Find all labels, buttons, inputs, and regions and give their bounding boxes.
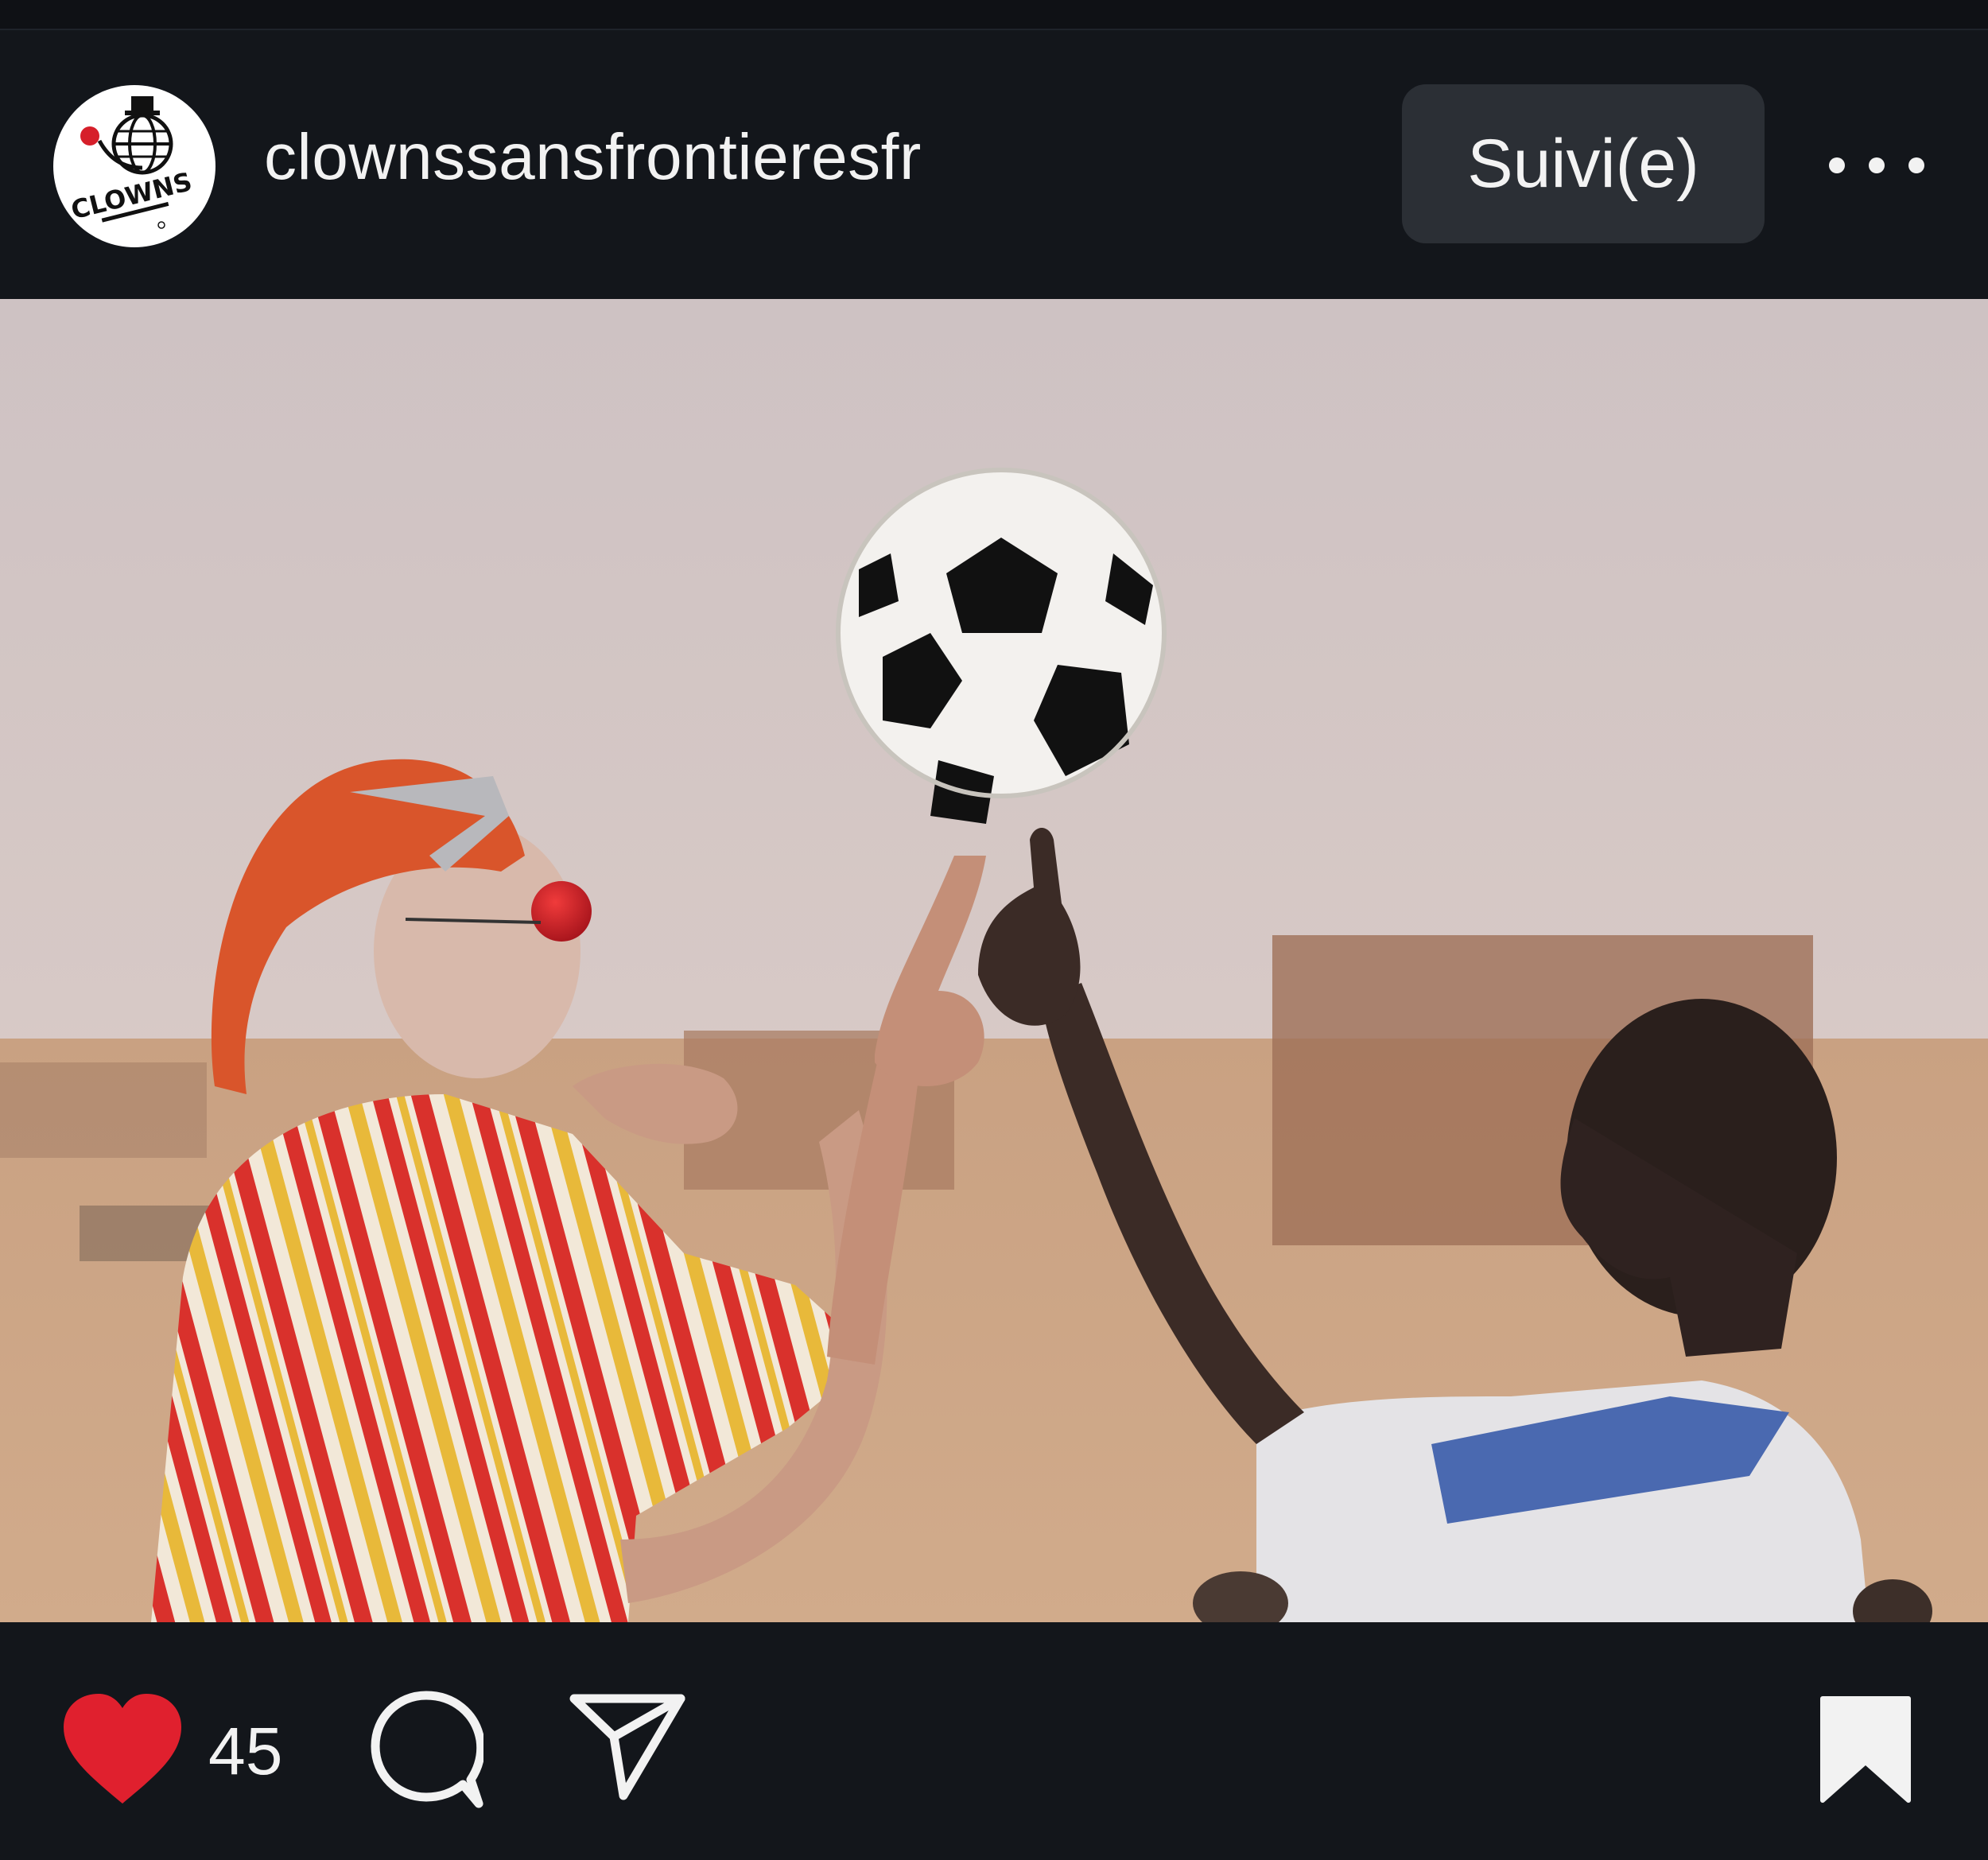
bookmark-filled-icon[interactable] bbox=[1818, 1694, 1913, 1805]
send-icon[interactable] bbox=[568, 1691, 687, 1802]
comment-icon[interactable] bbox=[371, 1691, 483, 1810]
more-dot bbox=[1829, 157, 1845, 173]
following-button[interactable]: Suivi(e) bbox=[1402, 84, 1765, 243]
top-separator bbox=[0, 0, 1988, 30]
post-action-bar: 45 bbox=[0, 1622, 1988, 1860]
more-dot bbox=[1908, 157, 1924, 173]
heart-filled-icon[interactable] bbox=[60, 1692, 184, 1807]
photo-illustration bbox=[0, 299, 1988, 1622]
more-options-icon[interactable] bbox=[1829, 142, 1924, 189]
post-photo[interactable] bbox=[0, 299, 1988, 1622]
account-avatar[interactable]: CLOWNS bbox=[53, 85, 215, 247]
like-count[interactable]: 45 bbox=[208, 1711, 282, 1791]
post-header: CLOWNS clownssansfrontieresfr Suivi(e) bbox=[0, 30, 1988, 299]
clowns-sans-frontieres-logo: CLOWNS bbox=[55, 87, 214, 246]
username[interactable]: clownssansfrontieresfr bbox=[264, 118, 922, 197]
more-dot bbox=[1869, 157, 1885, 173]
